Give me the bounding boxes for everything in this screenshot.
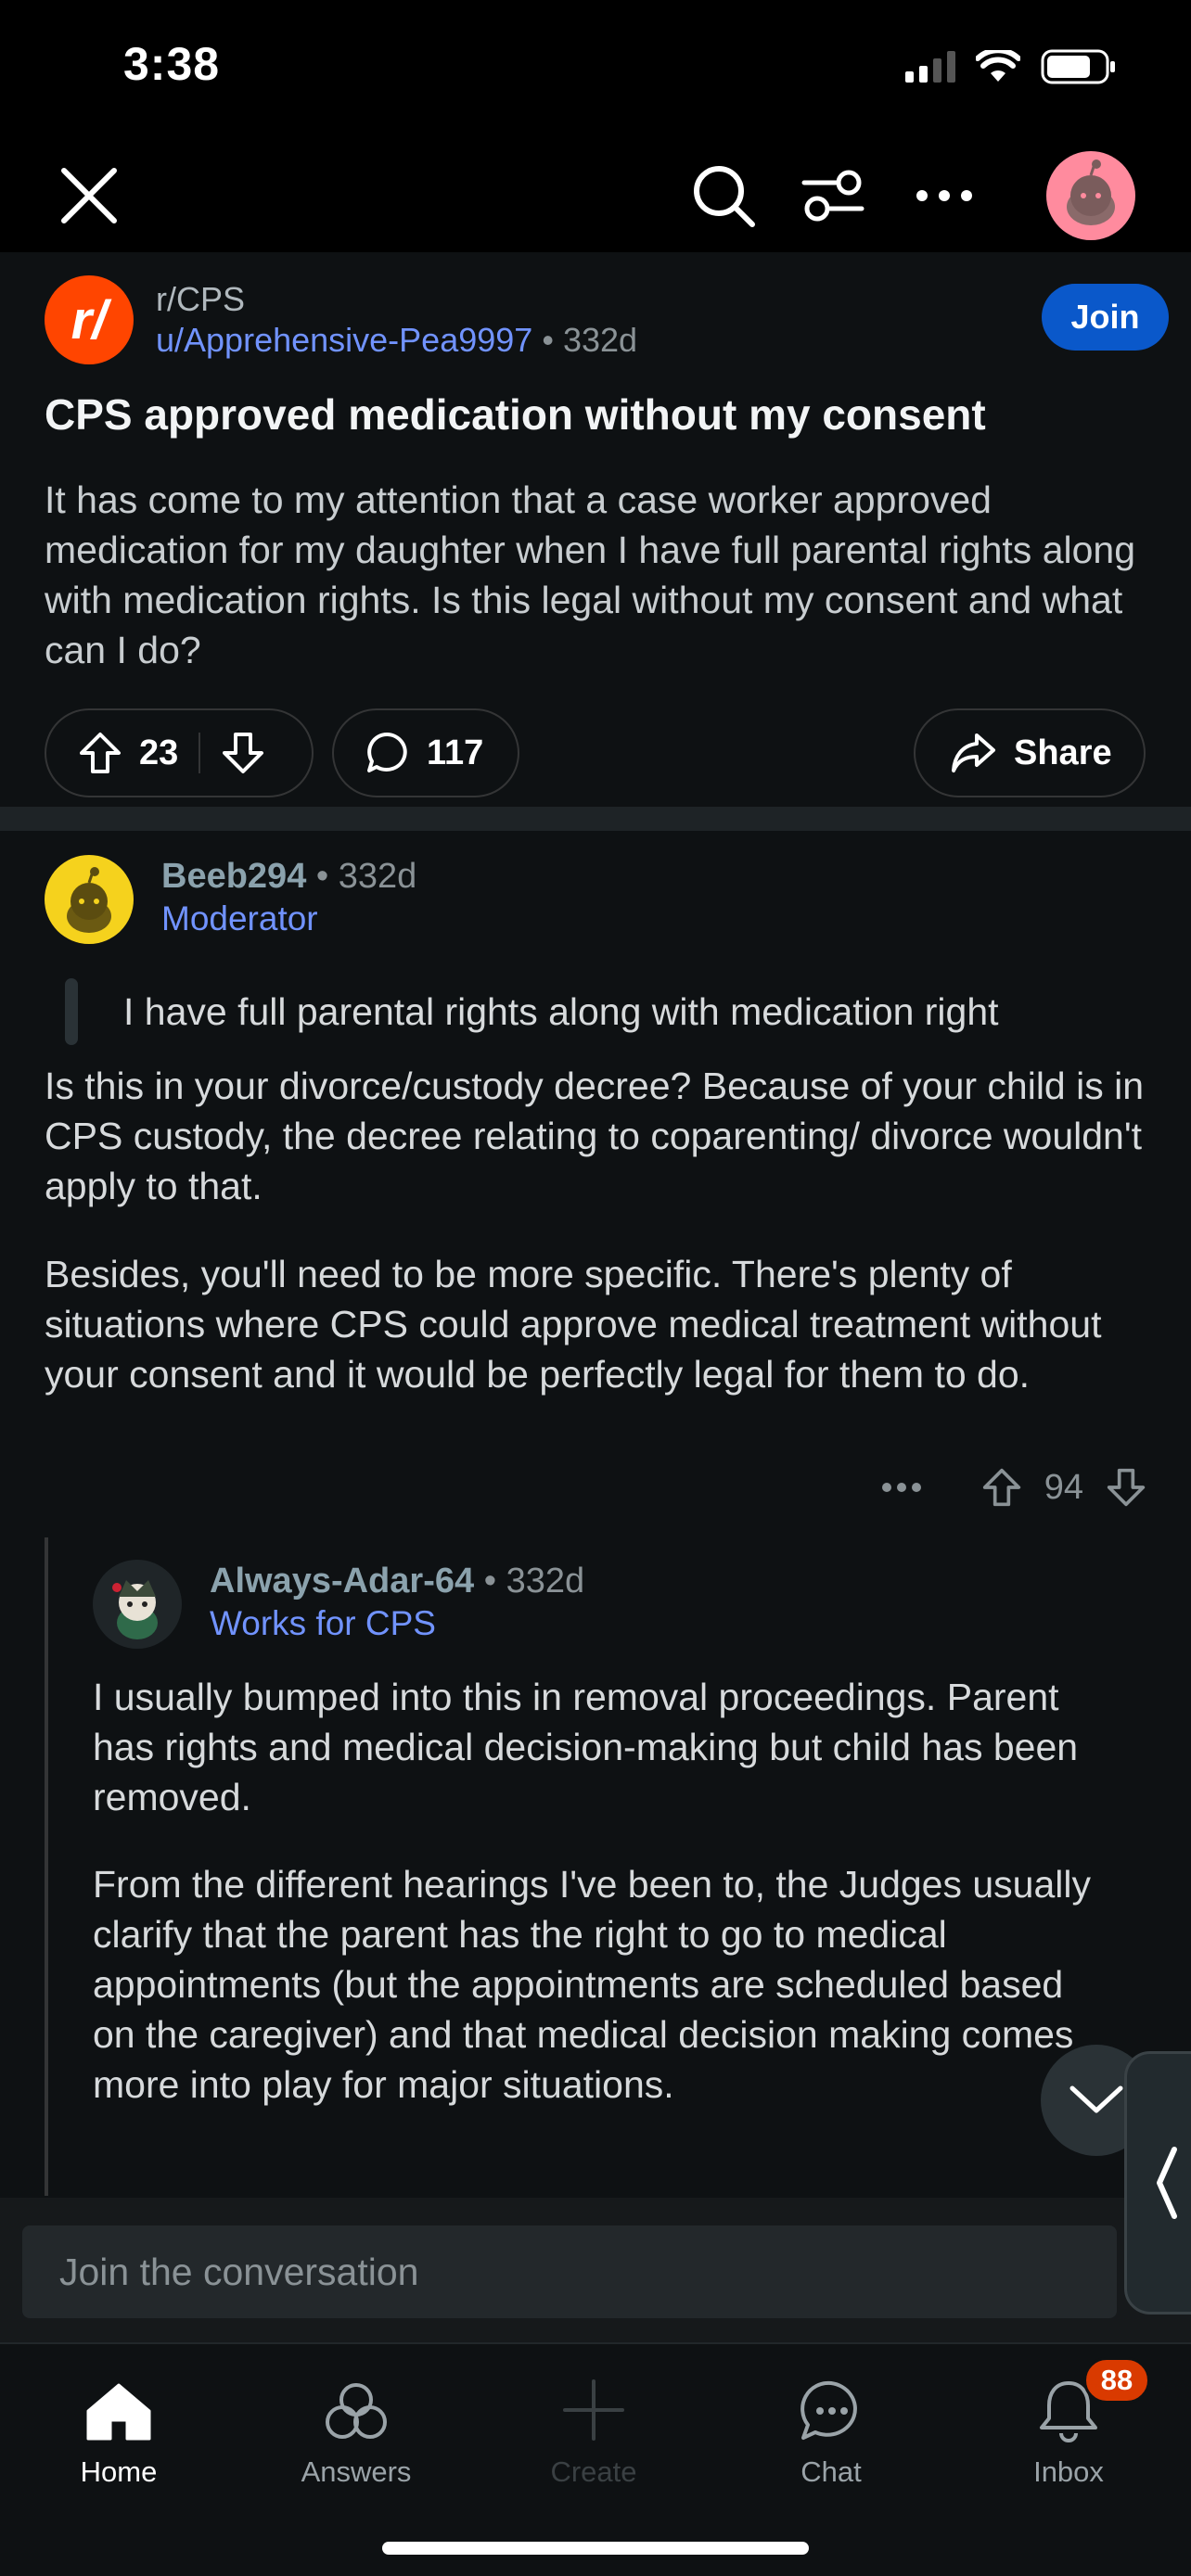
reddit-post-screen: 3:38 r/ r/CPS u/Apprehensive-Pea9997 • 3… [0,0,1191,2576]
share-arrow-icon [952,733,995,772]
status-time: 3:38 [123,38,221,90]
meta-separator: • [483,1562,496,1600]
chat-icon [800,2380,857,2440]
comment-username[interactable]: Always-Adar-64 [210,1562,474,1600]
snoo-avatar-icon [1067,159,1115,225]
subreddit-icon[interactable]: r/ [45,275,134,364]
upvote-icon[interactable] [981,1467,1022,1508]
avatar [1046,151,1135,240]
answers-icon [326,2383,387,2439]
share-label: Share [1014,733,1112,772]
post: r/ r/CPS u/Apprehensive-Pea9997 • 332d J… [0,252,1191,807]
search-button[interactable] [681,139,766,252]
home-indicator[interactable] [382,2542,809,2555]
side-panel-handle[interactable] [1124,2051,1191,2315]
upvote-count: 23 [139,733,179,772]
comment-username[interactable]: Beeb294 [161,857,306,896]
post-title: CPS approved medication without my conse… [45,390,986,439]
plus-icon [563,2379,624,2441]
join-button[interactable]: Join [1042,284,1169,351]
downvote-icon[interactable] [1106,1467,1146,1508]
more-horizontal-icon[interactable] [881,1482,922,1493]
thread-line[interactable] [45,1537,48,2196]
tab-label: Inbox [1033,2455,1104,2488]
comment-author-line: Beeb294 • 332d [161,857,416,897]
meta-separator: • [542,321,554,359]
blockquote-text: I have full parental rights along with m… [123,990,999,1033]
comment-score: 94 [1044,1467,1083,1507]
commenter-avatar[interactable] [45,855,134,944]
meta-separator: • [315,857,329,896]
comment-paragraph: Is this in your divorce/custody decree? … [45,1065,1145,1207]
user-avatar-button[interactable] [1046,139,1135,252]
comment-input[interactable]: Join the conversation [22,2225,1117,2318]
comment-age: 332d [506,1562,585,1600]
tab-answers[interactable]: Answers [237,2344,475,2502]
post-author-line: u/Apprehensive-Pea9997 • 332d [156,321,637,360]
filter-sliders-icon [801,170,864,222]
sort-filter-button[interactable] [790,139,876,252]
tab-label: Home [80,2455,158,2488]
inbox-notification-badge: 88 [1083,2357,1150,2404]
tab-home[interactable]: Home [0,2344,237,2502]
tab-label: Chat [800,2455,862,2488]
comment-age: 332d [338,857,417,896]
post-age: 332d [562,321,638,359]
user-flair: Moderator [161,899,318,937]
comment-bubble-icon [367,733,407,772]
snoo-avatar-icon [67,867,111,933]
status-bar: 3:38 [0,0,1191,139]
wifi-icon [976,50,1020,82]
post-body: It has come to my attention that a case … [45,478,1136,671]
vote-divider [198,733,201,773]
tab-label: Answers [301,2455,412,2488]
tab-create: Create [475,2344,712,2502]
more-horizontal-icon [916,190,972,201]
comment-author-line: Always-Adar-64 • 332d [210,1562,584,1601]
status-icons [905,48,1117,85]
blockquote-bar [65,978,78,1045]
share-button[interactable]: Share [914,708,1146,797]
chevron-left-icon [1157,2147,1177,2219]
chevron-down-icon [1069,2085,1123,2113]
snoo-avatar-icon [112,1580,158,1639]
more-options-button[interactable] [902,139,987,252]
tab-label: Create [550,2455,637,2488]
comment-actions: 94 [881,1467,1146,1508]
tab-chat[interactable]: Chat [712,2344,950,2502]
tab-inbox[interactable]: Inbox [950,2344,1187,2502]
comment-paragraph: Besides, you'll need to be more specific… [45,1253,1102,1396]
vote-control: 23 [45,708,314,797]
home-icon [86,2383,151,2441]
post-author[interactable]: u/Apprehensive-Pea9997 [156,321,532,359]
battery-icon [1041,49,1115,84]
close-icon [61,168,117,223]
user-flair: Works for CPS [210,1604,436,1642]
comments-button[interactable]: 117 [332,708,519,797]
section-divider [0,807,1191,831]
upvote-icon[interactable] [78,731,122,775]
close-button[interactable] [46,139,132,252]
cellular-signal-icon [905,51,955,83]
commenter-avatar[interactable] [93,1560,182,1649]
comment-paragraph: From the different hearings I've been to… [93,1863,1091,2106]
subreddit-name[interactable]: r/CPS [156,280,245,319]
downvote-icon[interactable] [221,731,265,775]
comment-paragraph: I usually bumped into this in removal pr… [93,1676,1079,1818]
comment-count: 117 [427,733,484,772]
top-navigation-bar [0,139,1191,252]
search-icon [694,166,755,227]
